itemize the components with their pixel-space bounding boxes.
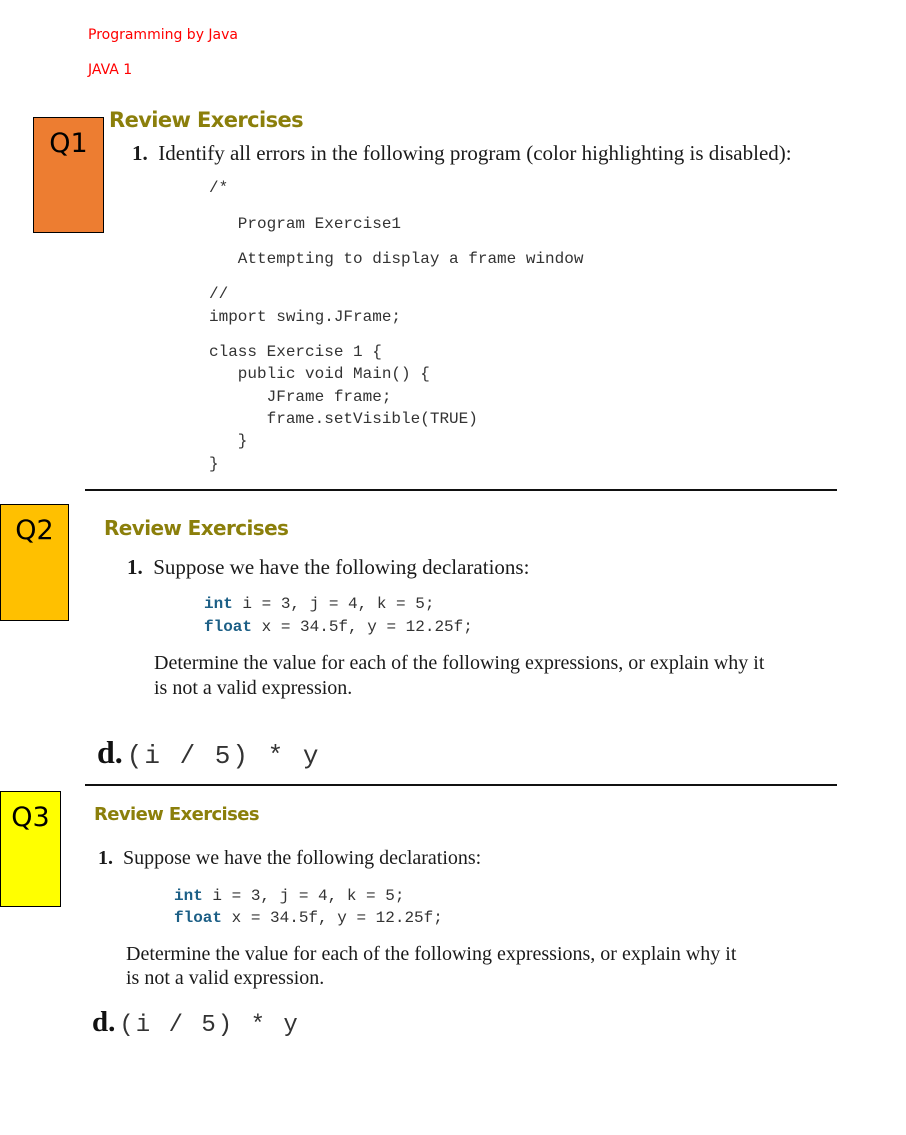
q3-question-number: 1. [98, 847, 113, 869]
q3-prompt: Suppose we have the following declaratio… [123, 847, 482, 869]
q2-badge: Q2 [0, 504, 69, 621]
q3-declaration-int: int i = 3, j = 4, k = 5; [174, 887, 404, 905]
course-title: Programming by Java [88, 27, 239, 43]
q2-part-d: d. (i / 5) * y [97, 734, 320, 771]
q3-declaration-int-text: i = 3, j = 4, k = 5; [202, 887, 405, 905]
q2-question: 1. Suppose we have the following declara… [127, 555, 529, 580]
q1-badge-label: Q1 [49, 128, 88, 159]
q3-section-heading: Review Exercises [94, 804, 260, 825]
section-divider [85, 784, 837, 786]
q2-declaration-int: int i = 3, j = 4, k = 5; [204, 595, 434, 613]
q1-question: 1. Identify all errors in the following … [132, 141, 792, 166]
q1-prompt: Identify all errors in the following pro… [158, 141, 792, 165]
q1-code-line: // [209, 285, 229, 303]
q3-instruction-line1: Determine the value for each of the foll… [126, 943, 737, 965]
q3-part-d: d. (i / 5) * y [92, 1006, 300, 1039]
q3-keyword-float: float [174, 909, 223, 927]
q2-declaration-float: float x = 34.5f, y = 12.25f; [204, 618, 473, 636]
q1-code-line: Program Exercise1 [209, 215, 402, 233]
q2-keyword-int: int [204, 595, 233, 613]
unit-title: JAVA 1 [88, 62, 133, 78]
q3-declaration-float: float x = 34.5f, y = 12.25f; [174, 909, 443, 927]
q1-code-line: Attempting to display a frame window [209, 250, 584, 268]
q2-question-number: 1. [127, 555, 143, 579]
q1-code-line: frame.setVisible(TRUE) [209, 410, 478, 428]
q3-expression: (i / 5) * y [119, 1012, 300, 1039]
q2-declaration-int-text: i = 3, j = 4, k = 5; [232, 595, 435, 613]
q3-part-label: d. [92, 1006, 116, 1038]
q1-section-heading: Review Exercises [109, 108, 304, 132]
q2-instruction-line2: is not a valid expression. [154, 677, 353, 699]
q1-badge: Q1 [33, 117, 104, 233]
q3-instruction-line2: is not a valid expression. [126, 967, 325, 989]
q3-badge-label: Q3 [11, 802, 50, 833]
q2-declaration-float-text: x = 34.5f, y = 12.25f; [252, 618, 473, 636]
q1-code-line: class Exercise 1 { [209, 343, 382, 361]
q2-badge-label: Q2 [15, 515, 54, 546]
q1-code-line: public void Main() { [209, 365, 430, 383]
q2-expression: (i / 5) * y [126, 741, 321, 771]
q1-code-line: } [209, 455, 219, 473]
q3-declaration-float-text: x = 34.5f, y = 12.25f; [222, 909, 443, 927]
q2-keyword-float: float [204, 618, 253, 636]
q1-code-line: import swing.JFrame; [209, 308, 402, 326]
q3-question: 1. Suppose we have the following declara… [98, 847, 481, 870]
q1-question-number: 1. [132, 141, 148, 165]
q1-code-line: JFrame frame; [209, 388, 392, 406]
q2-prompt: Suppose we have the following declaratio… [153, 555, 530, 579]
q2-instruction-line1: Determine the value for each of the foll… [154, 652, 765, 674]
q1-code-line: } [209, 432, 248, 450]
q3-keyword-int: int [174, 887, 203, 905]
q3-badge: Q3 [0, 791, 61, 907]
q2-section-heading: Review Exercises [104, 516, 289, 540]
q1-code-line: /* [209, 179, 229, 197]
q2-part-label: d. [97, 734, 123, 770]
section-divider [85, 489, 837, 491]
